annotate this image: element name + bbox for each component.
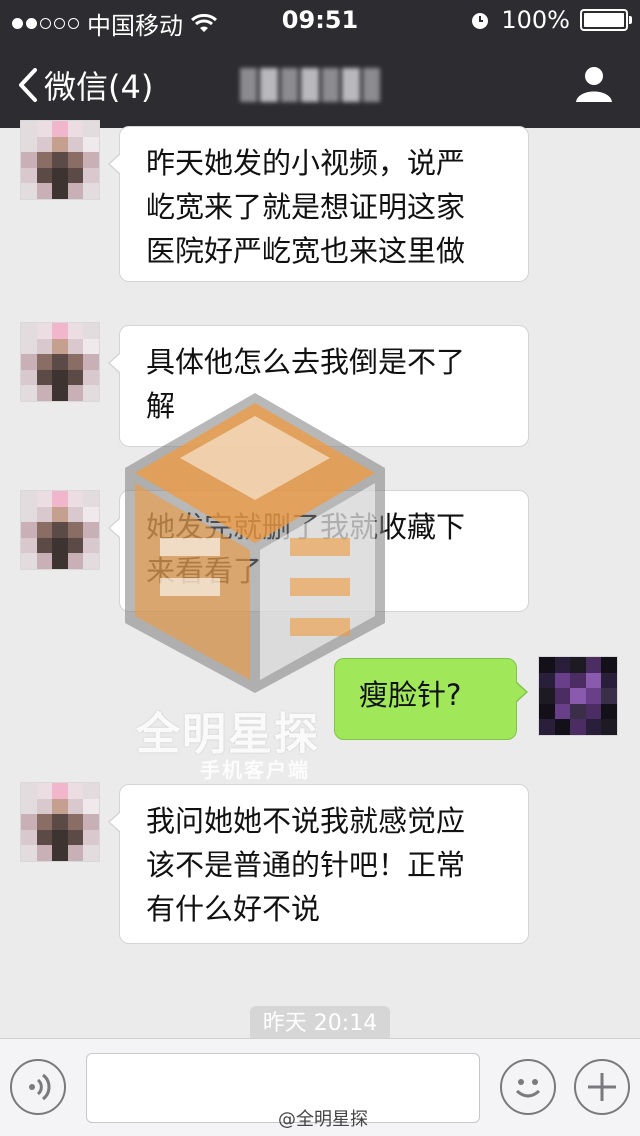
message-text: 瘦脸针?: [359, 678, 462, 712]
watermark-title: 全明星探: [136, 709, 320, 760]
battery-icon: [580, 9, 632, 31]
person-icon: [576, 67, 612, 102]
avatar[interactable]: [20, 490, 100, 570]
voice-icon: [29, 1073, 51, 1101]
status-bar: 中国移动 09:51 100%: [0, 0, 640, 40]
avatar-mosaic: [21, 323, 99, 401]
message-text: 我问她她不说我就感觉应 该不是普通的针吧！正常 有什么好不说: [146, 804, 466, 926]
message-text: 昨天她发的小视频，说严 屹宽来了就是想证明这家 医院好严屹宽也来这里做: [146, 146, 466, 268]
alarm-icon: [472, 13, 489, 29]
message-bubble[interactable]: 具体他怎么去我倒是不了 解: [108, 325, 529, 447]
input-bar: @全明星探: [0, 1038, 640, 1136]
avatar-mosaic: [21, 491, 99, 569]
avatar-mosaic: [21, 783, 99, 861]
my-avatar[interactable]: [538, 656, 618, 736]
back-label: 微信(4): [44, 68, 154, 106]
chat-title-blurred: [240, 68, 380, 102]
voice-button[interactable]: [10, 1059, 66, 1115]
credit-label: @全明星探: [278, 1109, 368, 1130]
message-bubble[interactable]: 她发完就删了我就收藏下 来看看了: [108, 490, 529, 612]
message-bubble[interactable]: 我问她她不说我就感觉应 该不是普通的针吧！正常 有什么好不说: [108, 784, 529, 944]
timestamp: 昨天 20:14: [250, 1006, 390, 1042]
message-bubble-sent[interactable]: 瘦脸针?: [334, 658, 528, 740]
chevron-left-icon: [19, 68, 37, 102]
chat-info-button[interactable]: [574, 64, 614, 108]
emoji-button[interactable]: [500, 1059, 556, 1115]
avatar[interactable]: [20, 120, 100, 200]
watermark-subtitle: 手机客户端: [200, 758, 310, 782]
smiley-icon: [515, 1079, 541, 1098]
chat-header: 微信(4): [0, 40, 640, 128]
battery-percent: 100%: [501, 6, 570, 34]
message-text: 她发完就删了我就收藏下 来看看了: [146, 510, 466, 588]
avatar[interactable]: [20, 782, 100, 862]
message-text: 具体他怎么去我倒是不了 解: [146, 345, 466, 423]
avatar[interactable]: [20, 322, 100, 402]
more-button[interactable]: [574, 1059, 630, 1115]
message-bubble[interactable]: 昨天她发的小视频，说严 屹宽来了就是想证明这家 医院好严屹宽也来这里做: [108, 126, 529, 282]
plus-icon: [588, 1073, 616, 1101]
back-button[interactable]: 微信(4): [18, 62, 153, 108]
avatar-mosaic: [21, 121, 99, 199]
avatar-mosaic: [539, 657, 617, 735]
